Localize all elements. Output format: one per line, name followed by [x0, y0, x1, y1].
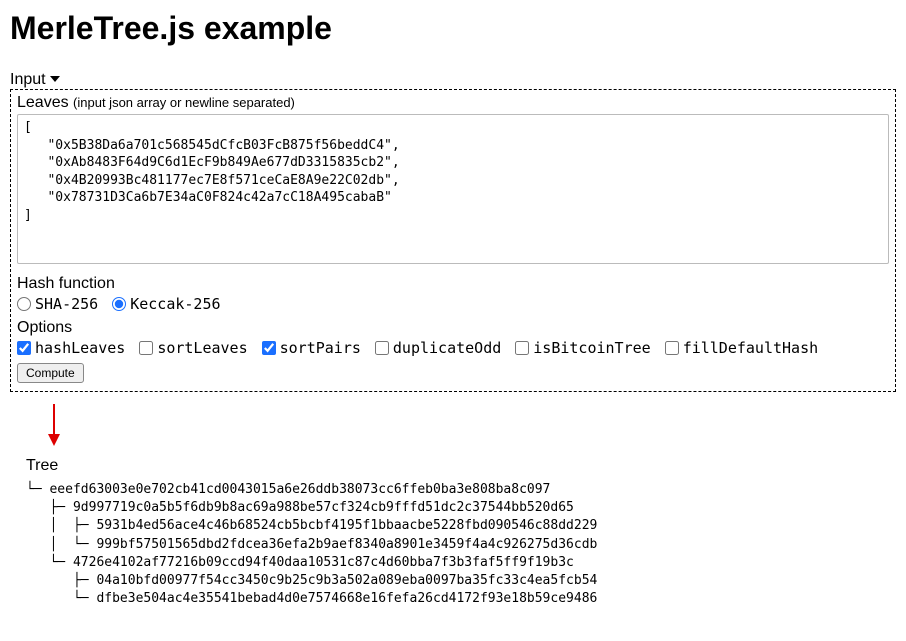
- options-row: hashLeaves sortLeaves sortPairs duplicat…: [17, 339, 889, 357]
- opt-filldefaulthash[interactable]: fillDefaultHash: [665, 339, 818, 357]
- input-panel: Leaves (input json array or newline sepa…: [10, 89, 896, 392]
- hash-sha256-option[interactable]: SHA-256: [17, 295, 98, 313]
- leaves-textarea[interactable]: [17, 114, 889, 264]
- opt-sortleaves-checkbox[interactable]: [139, 341, 153, 355]
- hash-sha256-radio[interactable]: [17, 297, 31, 311]
- opt-sortleaves[interactable]: sortLeaves: [139, 339, 247, 357]
- compute-button[interactable]: Compute: [17, 363, 84, 383]
- options-label: Options: [17, 319, 889, 337]
- opt-duplicateodd-checkbox[interactable]: [375, 341, 389, 355]
- arrow-down-icon: [46, 402, 896, 451]
- opt-sortpairs-checkbox[interactable]: [262, 341, 276, 355]
- opt-duplicateodd[interactable]: duplicateOdd: [375, 339, 501, 357]
- hash-function-row: SHA-256 Keccak-256: [17, 295, 889, 313]
- opt-sortpairs[interactable]: sortPairs: [262, 339, 361, 357]
- input-section-label: Input: [10, 71, 46, 89]
- opt-isbitcointree[interactable]: isBitcoinTree: [515, 339, 650, 357]
- leaves-label: Leaves (input json array or newline sepa…: [17, 94, 889, 112]
- hash-function-label: Hash function: [17, 275, 889, 293]
- hash-keccak256-option[interactable]: Keccak-256: [112, 295, 220, 313]
- leaves-hint: (input json array or newline separated): [73, 95, 295, 110]
- input-section-toggle[interactable]: Input: [10, 71, 60, 89]
- caret-down-icon: [50, 71, 60, 89]
- tree-label: Tree: [26, 457, 896, 475]
- opt-hashleaves-checkbox[interactable]: [17, 341, 31, 355]
- hash-keccak256-radio[interactable]: [112, 297, 126, 311]
- opt-hashleaves[interactable]: hashLeaves: [17, 339, 125, 357]
- page-title: MerleTree.js example: [10, 10, 896, 47]
- tree-output: └─ eeefd63003e0e702cb41cd0043015a6e26ddb…: [26, 481, 896, 608]
- opt-filldefaulthash-checkbox[interactable]: [665, 341, 679, 355]
- opt-isbitcointree-checkbox[interactable]: [515, 341, 529, 355]
